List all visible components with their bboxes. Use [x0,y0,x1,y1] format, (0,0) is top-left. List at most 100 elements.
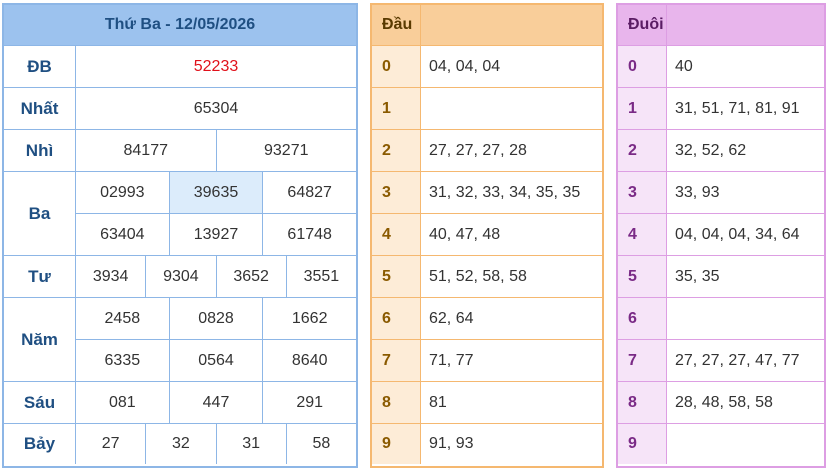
head-digit-row: 1 [372,87,602,129]
digit-key: 3 [618,172,667,213]
loto-list: 40, 47, 48 [429,225,501,243]
prize-number: 3652 [215,256,286,297]
prize-number-hovered: 39635 [168,172,263,213]
prize-number: 0564 [168,340,263,381]
prize-number: 291 [262,382,356,423]
prize-row-third: Ba 02993 39635 64827 63404 13927 61748 [4,171,356,255]
tail-digit-row: 5 35, 35 [618,255,824,297]
prize-label: Tư [4,256,76,297]
digit-key: 6 [372,298,421,339]
digit-key: 9 [372,424,421,464]
digit-key: 4 [618,214,667,255]
prize-row-special: ĐB 52233 [4,45,356,87]
prize-number: 31 [215,424,286,464]
digit-key: 5 [372,256,421,297]
prize-number: 84177 [123,141,169,159]
loto-list: 04, 04, 04, 34, 64 [675,225,800,243]
head-digit-row: 0 04, 04, 04 [372,45,602,87]
prize-number: 61748 [262,214,356,255]
prize-row-seventh: Bảy 27 32 31 58 [4,423,356,464]
prize-number: 93271 [215,130,357,171]
prize-label: Nhất [4,88,76,129]
prize-number: 447 [168,382,263,423]
prize-row-fourth: Tư 3934 9304 3652 3551 [4,255,356,297]
digit-key: 8 [372,382,421,423]
prize-number: 13927 [168,214,263,255]
prize-number: 02993 [100,183,145,201]
tail-digit-row: 2 32, 52, 62 [618,129,824,171]
prize-number: 32 [145,424,215,464]
prize-number: 64827 [262,172,356,213]
digit-key: 3 [372,172,421,213]
tail-digit-row: 9 [618,423,824,464]
loto-list: 91, 93 [429,435,474,452]
loto-list: 35, 35 [675,267,720,285]
digit-key: 6 [618,298,667,339]
loto-list: 33, 93 [675,183,720,201]
prize-number: 9304 [145,256,215,297]
prize-number: 27 [101,435,120,452]
digit-key: 1 [618,88,667,129]
loto-list: 81 [429,393,447,411]
tail-digit-row: 8 28, 48, 58, 58 [618,381,824,423]
head-digit-row: 3 31, 32, 33, 34, 35, 35 [372,171,602,213]
digit-key: 2 [618,130,667,171]
prize-label: ĐB [4,46,76,87]
prize-row-first: Nhất 65304 [4,87,356,129]
digit-key: 0 [372,46,421,87]
digit-key: 4 [372,214,421,255]
results-table: Thứ Ba - 12/05/2026 ĐB 52233 Nhất 65304 … [2,3,358,468]
digit-key: 8 [618,382,667,423]
loto-list [421,88,602,129]
prize-number: 6335 [104,351,141,369]
prize-row-second: Nhì 84177 93271 [4,129,356,171]
loto-list [667,298,824,339]
prize-number: 8640 [262,340,356,381]
head-digit-header: Đầu [372,5,421,45]
prize-number: 2458 [104,309,141,327]
loto-list: 62, 64 [429,309,474,327]
tail-digit-row: 0 40 [618,45,824,87]
head-digit-row: 2 27, 27, 27, 28 [372,129,602,171]
header-spacer [421,5,602,45]
digit-key: 0 [618,46,667,87]
prize-row-fifth: Năm 2458 0828 1662 6335 0564 8640 [4,297,356,381]
loto-list: 27, 27, 27, 47, 77 [675,351,800,369]
loto-list: 31, 32, 33, 34, 35, 35 [429,183,581,201]
digit-key: 7 [372,340,421,381]
prize-label: Ba [4,172,76,255]
prize-number: 52233 [193,57,239,75]
tail-digit-row: 6 [618,297,824,339]
prize-label: Sáu [4,382,76,423]
tail-digit-row: 4 04, 04, 04, 34, 64 [618,213,824,255]
tail-digit-row: 3 33, 93 [618,171,824,213]
prize-row-sixth: Sáu 081 447 291 [4,381,356,423]
prize-number: 3551 [285,256,356,297]
loto-list: 40 [675,57,693,75]
loto-list: 31, 51, 71, 81, 91 [675,99,800,117]
prize-label: Nhì [4,130,76,171]
prize-number: 63404 [100,225,145,243]
header-spacer [667,5,824,45]
loto-list: 32, 52, 62 [675,141,747,159]
digit-key: 5 [618,256,667,297]
loto-list: 28, 48, 58, 58 [675,393,773,411]
head-digit-row: 5 51, 52, 58, 58 [372,255,602,297]
prize-label: Năm [4,298,76,381]
head-digit-row: 8 81 [372,381,602,423]
head-digit-row: 9 91, 93 [372,423,602,464]
prize-number: 0828 [168,298,263,339]
head-digit-table: Đầu 0 04, 04, 04 1 2 27, 27, 27, 28 3 31, 3… [370,3,604,468]
loto-list: 51, 52, 58, 58 [429,267,527,285]
tail-digit-row: 1 31, 51, 71, 81, 91 [618,87,824,129]
prize-number: 3934 [92,267,129,285]
tail-digit-table: Đuôi 0 40 1 31, 51, 71, 81, 91 2 32, 52, 62… [616,3,826,468]
head-digit-row: 7 71, 77 [372,339,602,381]
tail-digit-header: Đuôi [618,5,667,45]
digit-key: 1 [372,88,421,129]
digit-key: 7 [618,340,667,381]
head-digit-row: 4 40, 47, 48 [372,213,602,255]
prize-number: 1662 [262,298,356,339]
prize-label: Bảy [4,424,76,464]
digit-key: 9 [618,424,667,464]
